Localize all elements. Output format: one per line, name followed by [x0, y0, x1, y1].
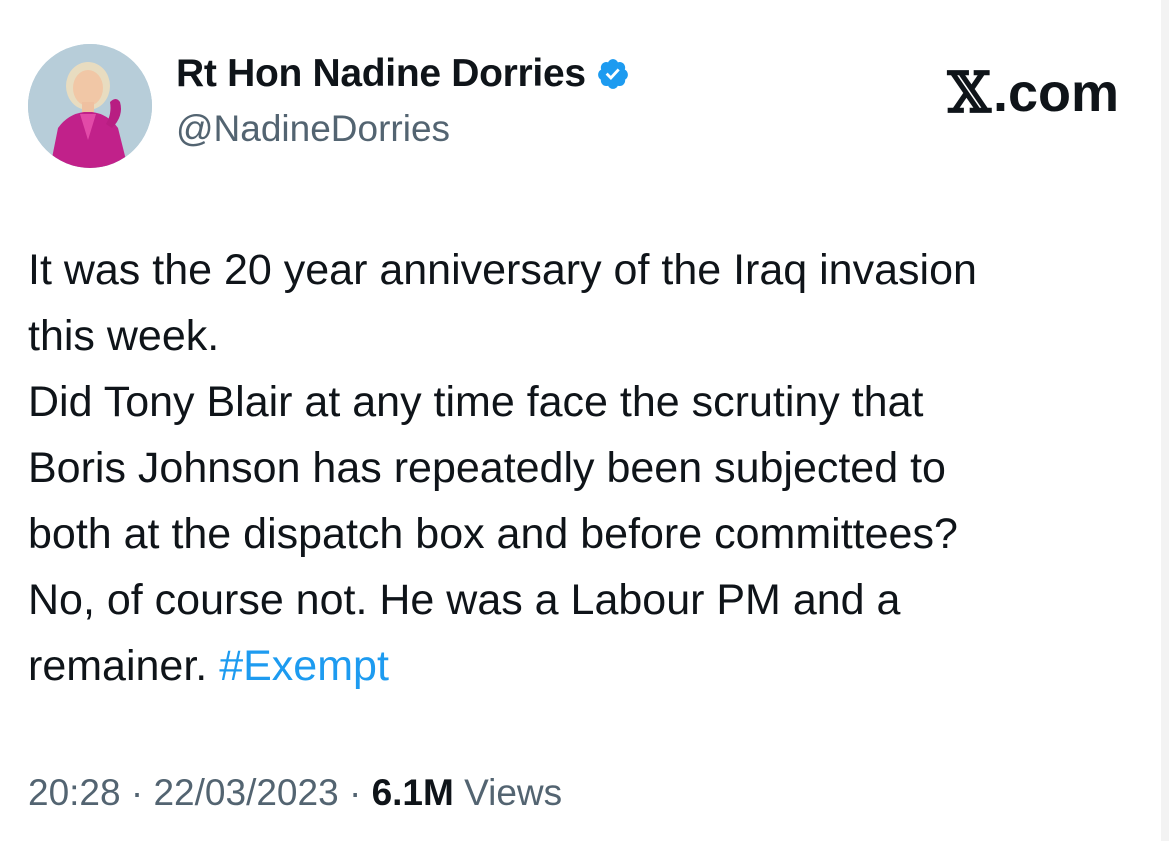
scrollbar[interactable] — [1161, 0, 1169, 841]
tweet-line: this week. — [28, 312, 220, 360]
x-logo-icon: 𝕏 — [947, 60, 991, 126]
author-display-name[interactable]: Rt Hon Nadine Dorries — [176, 52, 630, 96]
avatar[interactable] — [28, 44, 152, 168]
tweet-last-line: remainer. #Exempt — [28, 633, 1128, 699]
tweet-time[interactable]: 20:28 — [28, 772, 121, 813]
meta-separator: · — [348, 772, 362, 813]
brand-domain: .com — [992, 63, 1119, 123]
profile-photo-icon — [28, 44, 152, 168]
author-handle[interactable]: @NadineDorries — [176, 108, 450, 150]
verified-badge-icon — [596, 57, 630, 91]
tweet-line: No, of course not. He was a Labour PM an… — [28, 576, 901, 624]
tweet-metadata: 20:28 · 22/03/2023 · 6.1M Views — [28, 772, 562, 814]
hashtag-link[interactable]: #Exempt — [219, 642, 389, 690]
tweet-date[interactable]: 22/03/2023 — [153, 772, 338, 813]
views-label: Views — [464, 772, 563, 813]
author-name-text[interactable]: Rt Hon Nadine Dorries — [176, 52, 586, 96]
meta-separator: · — [130, 772, 144, 813]
tweet-line-text: remainer. — [28, 642, 220, 690]
x-com-logo: 𝕏 .com — [948, 60, 1120, 126]
tweet-line: Did Tony Blair at any time face the scru… — [28, 378, 924, 426]
tweet-line: both at the dispatch box and before comm… — [28, 510, 958, 558]
tweet-line: Boris Johnson has repeatedly been subjec… — [28, 444, 946, 492]
tweet-line: It was the 20 year anniversary of the Ir… — [28, 246, 977, 294]
tweet-card: Rt Hon Nadine Dorries @NadineDorries 𝕏 .… — [0, 0, 1169, 841]
tweet-text: It was the 20 year anniversary of the Ir… — [28, 237, 1128, 699]
views-count: 6.1M — [371, 772, 454, 813]
